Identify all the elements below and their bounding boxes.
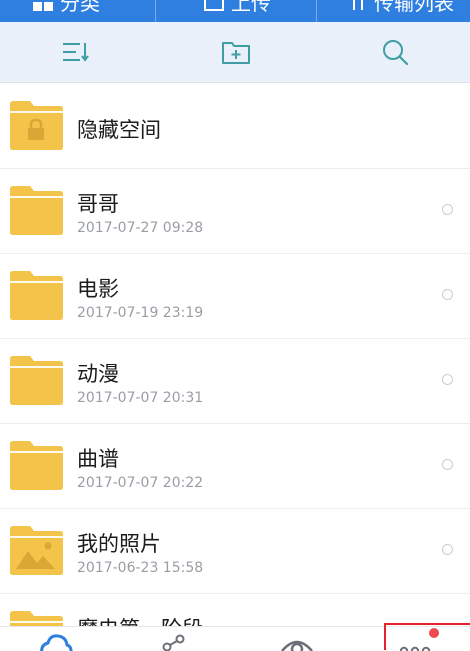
sort-icon <box>63 43 89 62</box>
cloud-icon[interactable] <box>38 633 74 651</box>
file-name: 隐藏空间 <box>77 118 161 142</box>
notification-dot <box>429 628 439 638</box>
folder-icon <box>10 186 63 235</box>
list-item-folder[interactable]: 曲谱 2017-07-07 20:22 <box>0 423 470 509</box>
list-item-folder[interactable]: 动漫 2017-07-07 20:31 <box>0 338 470 424</box>
file-name: 魔电第一阶段 <box>77 613 203 626</box>
file-date: 2017-07-07 20:31 <box>77 390 204 406</box>
file-name: 动漫 <box>77 362 119 386</box>
file-date: 2017-07-27 09:28 <box>77 220 204 236</box>
new-folder-icon <box>222 42 250 64</box>
tab-category[interactable]: 分类 <box>32 0 100 16</box>
select-checkbox[interactable] <box>442 204 453 215</box>
folder-icon <box>10 271 63 320</box>
file-date: 2017-06-23 15:58 <box>77 560 204 576</box>
list-item-photo-folder[interactable]: 我的照片 2017-06-23 15:58 <box>0 508 470 594</box>
grid-icon <box>33 2 53 11</box>
select-checkbox[interactable] <box>442 459 453 470</box>
select-checkbox[interactable] <box>442 289 453 300</box>
new-folder-button[interactable] <box>222 38 250 66</box>
share-icon[interactable] <box>160 633 188 651</box>
list-item-folder[interactable]: 电影 2017-07-19 23:19 <box>0 253 470 339</box>
highlight-box <box>384 623 470 650</box>
upload-icon <box>204 0 224 11</box>
tab-category-label: 分类 <box>60 0 100 15</box>
tab-upload[interactable]: 上传 <box>203 0 271 16</box>
select-checkbox[interactable] <box>442 374 453 385</box>
eye-icon[interactable] <box>280 633 314 651</box>
top-tab-bar: 分类 上传 传输列表 <box>0 0 470 22</box>
file-name: 哥哥 <box>77 192 119 216</box>
divider <box>155 0 156 22</box>
photo-folder-icon <box>10 526 63 575</box>
search-button[interactable] <box>381 38 409 66</box>
tab-upload-label: 上传 <box>231 0 271 15</box>
locked-folder-icon <box>10 101 63 150</box>
file-date: 2017-07-07 20:22 <box>77 475 204 491</box>
folder-icon <box>10 611 63 626</box>
list-item-hidden-space[interactable]: 隐藏空间 <box>0 83 470 169</box>
divider <box>316 0 317 22</box>
sort-button[interactable] <box>62 38 90 66</box>
file-toolbar <box>0 22 470 83</box>
list-item-folder[interactable]: 魔电第一阶段 <box>0 593 470 626</box>
tab-transfer-list[interactable]: 传输列表 <box>348 0 454 16</box>
file-name: 曲谱 <box>77 447 119 471</box>
file-date: 2017-07-19 23:19 <box>77 305 204 321</box>
transfer-icon <box>353 0 363 10</box>
folder-icon <box>10 441 63 490</box>
file-list: 隐藏空间 哥哥 2017-07-27 09:28 电影 2017-07-19 2… <box>0 83 470 626</box>
list-item-folder[interactable]: 哥哥 2017-07-27 09:28 <box>0 168 470 254</box>
file-name: 电影 <box>77 277 119 301</box>
select-checkbox[interactable] <box>442 544 453 555</box>
folder-icon <box>10 356 63 405</box>
search-icon <box>383 40 409 66</box>
tab-transfer-label: 传输列表 <box>374 0 454 15</box>
file-name: 我的照片 <box>77 532 161 556</box>
